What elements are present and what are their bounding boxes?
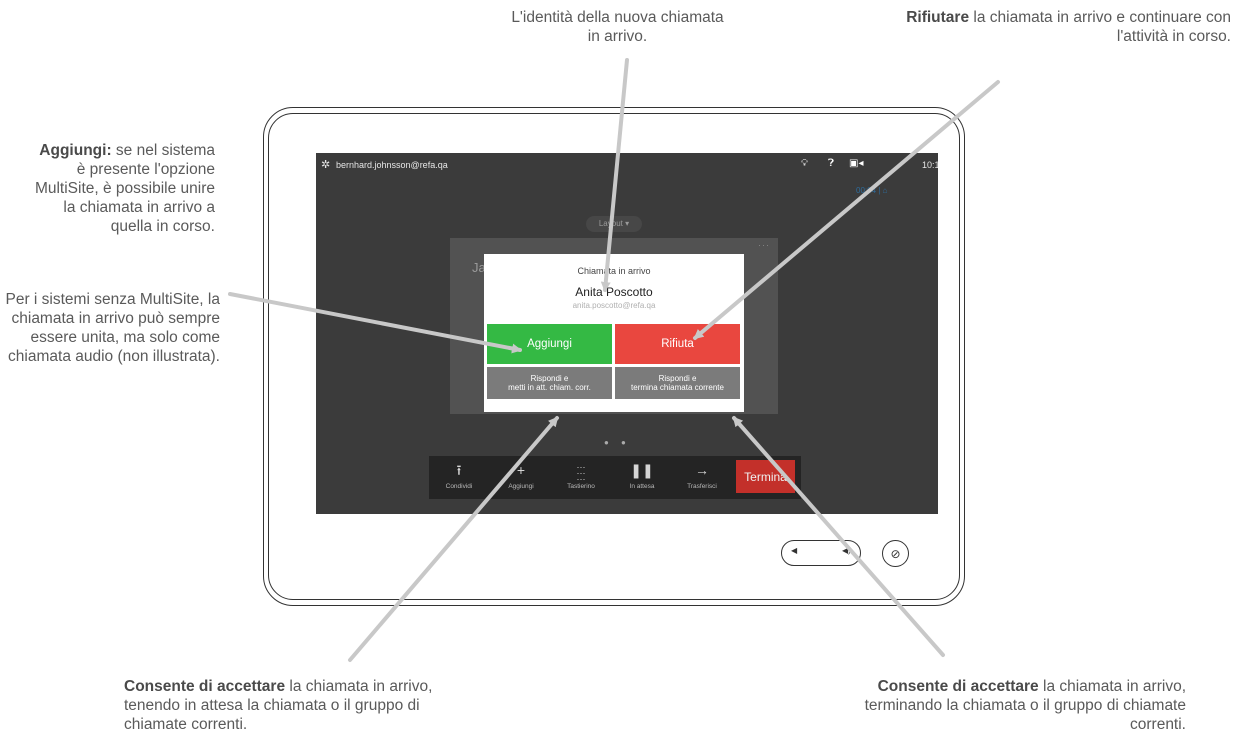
pointer-identity	[600, 58, 629, 292]
pointer-answer-hold	[348, 416, 559, 662]
pointer-reject	[693, 80, 1000, 340]
pointer-answer-end	[732, 416, 945, 657]
pointer-add	[228, 292, 522, 354]
callout-pointer-lines	[228, 58, 1000, 662]
